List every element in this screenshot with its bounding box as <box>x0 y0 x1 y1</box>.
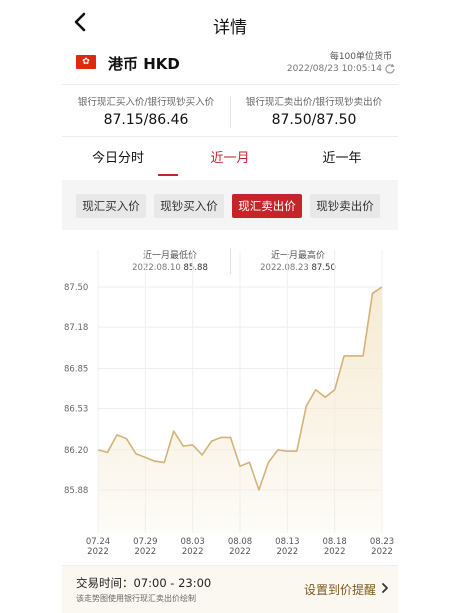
tab-today[interactable]: 今日分时 <box>62 140 174 178</box>
rate-type-cash-sell[interactable]: 现钞卖出价 <box>310 194 380 218</box>
y-tick-label: 85.88 <box>64 486 88 496</box>
sell-price-block: 银行现汇卖出价/银行现钞卖出价 87.50/87.50 <box>230 86 398 128</box>
y-tick-label: 87.50 <box>64 283 88 293</box>
sell-price-value: 87.50/87.50 <box>271 112 357 128</box>
y-tick-label: 86.85 <box>64 364 88 374</box>
x-tick-year: 2022 <box>277 547 299 557</box>
x-tick-label: 07.24 <box>86 537 110 547</box>
active-tab-indicator <box>158 174 178 176</box>
x-tick-year: 2022 <box>371 547 393 557</box>
price-summary: 银行现汇买入价/银行现钞买入价 87.15/86.46 银行现汇卖出价/银行现钞… <box>62 86 398 136</box>
chevron-right-icon[interactable] <box>380 581 390 595</box>
x-tick-label: 08.18 <box>322 537 346 547</box>
hong-kong-flag-icon: ✿ <box>76 55 96 69</box>
currency-name: 港币 HKD <box>108 55 180 73</box>
unit-note: 每100单位货币 <box>329 52 392 62</box>
rate-type-spot-buy[interactable]: 现汇买入价 <box>76 194 146 218</box>
y-tick-label: 86.53 <box>64 405 88 415</box>
rate-type-spot-sell[interactable]: 现汇卖出价 <box>232 194 302 218</box>
rate-type-cash-buy[interactable]: 现钞买入价 <box>154 194 224 218</box>
buy-price-block: 银行现汇买入价/银行现钞买入价 87.15/86.46 <box>62 86 230 128</box>
rate-type-bar: 现汇买入价 现钞买入价 现汇卖出价 现钞卖出价 <box>62 180 398 230</box>
page-title: 详情 <box>213 18 247 38</box>
x-tick-label: 07.29 <box>133 537 157 547</box>
x-tick-label: 08.03 <box>180 537 204 547</box>
x-tick-label: 08.13 <box>275 537 299 547</box>
update-timestamp: 2022/08/23 10:05:14 <box>286 64 382 74</box>
period-tabs: 今日分时 近一月 近一年 <box>62 140 398 178</box>
buy-price-label: 银行现汇买入价/银行现钞买入价 <box>77 97 215 108</box>
trade-hours: 交易时间：07:00 - 23:00 <box>76 576 212 590</box>
divider <box>62 84 398 85</box>
x-tick-year: 2022 <box>87 547 109 557</box>
divider <box>62 136 398 137</box>
x-tick-year: 2022 <box>135 547 157 557</box>
buy-price-value: 87.15/86.46 <box>103 112 189 128</box>
x-tick-label: 08.08 <box>228 537 252 547</box>
rate-chart: 近一月最低价 2022.08.10 85.88 近一月最高价 2022.08.2… <box>62 230 398 565</box>
y-tick-label: 86.20 <box>64 446 88 456</box>
footer-bar: 交易时间：07:00 - 23:00 该走势图使用银行现汇卖出价绘制 设置到价提… <box>62 565 398 613</box>
x-tick-year: 2022 <box>182 547 204 557</box>
price-alert-link[interactable]: 设置到价提醒 <box>304 581 376 598</box>
x-tick-year: 2022 <box>324 547 346 557</box>
currency-header: ✿ 港币 HKD 每100单位货币 2022/08/23 10:05:14 <box>0 46 460 86</box>
chart-plot: 87.5087.1886.8586.5386.2085.8807.2420220… <box>64 250 394 557</box>
chart-note: 该走势图使用银行现汇卖出价绘制 <box>76 594 196 603</box>
top-bar: 详情 <box>0 0 460 46</box>
x-tick-year: 2022 <box>229 547 251 557</box>
y-tick-label: 87.18 <box>64 323 88 333</box>
tab-last-month[interactable]: 近一月 <box>174 140 286 178</box>
refresh-icon[interactable] <box>384 63 396 75</box>
tab-last-year[interactable]: 近一年 <box>286 140 398 178</box>
sell-price-label: 银行现汇卖出价/银行现钞卖出价 <box>245 97 383 108</box>
x-tick-label: 08.23 <box>370 537 394 547</box>
